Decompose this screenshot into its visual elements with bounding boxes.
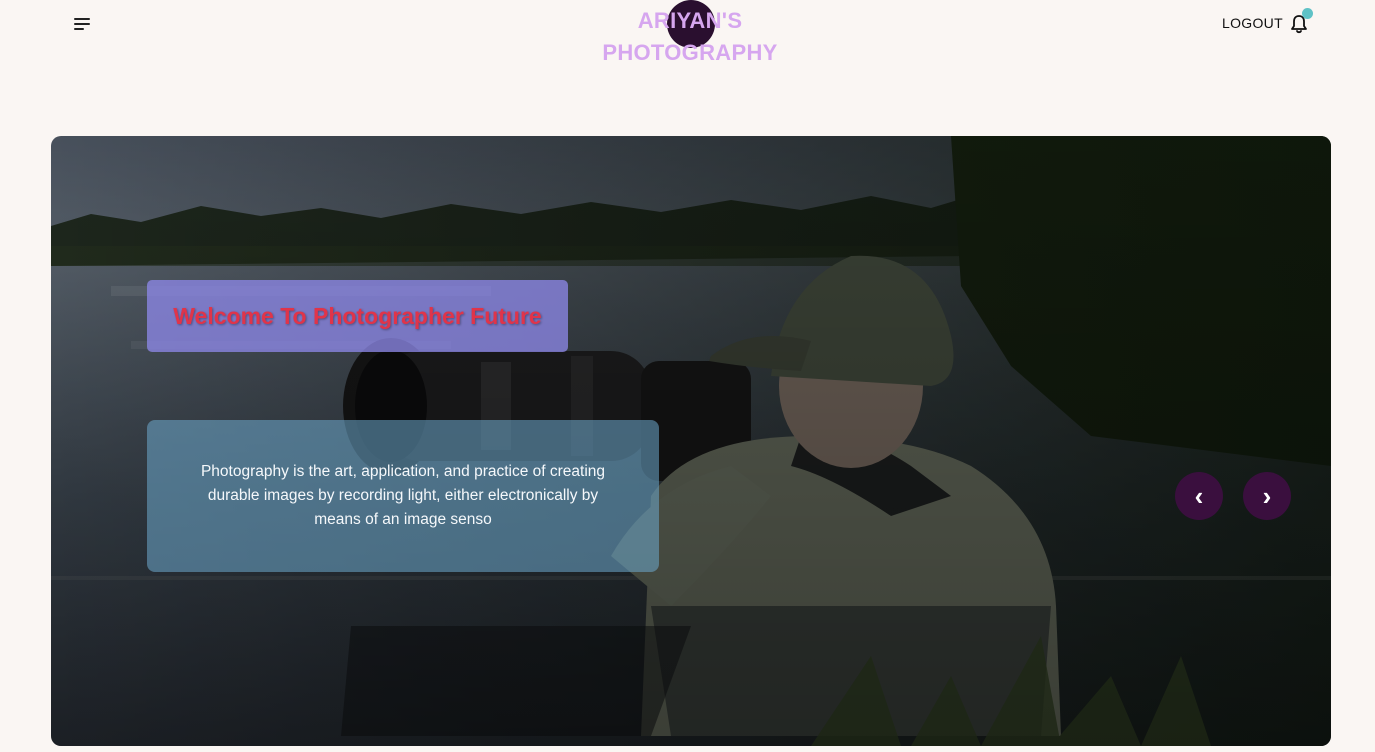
hero-carousel: Welcome To Photographer Future Photograp… [51,136,1331,746]
chevron-right-icon: › [1262,480,1272,511]
brand-logo[interactable]: ARIYAN'S PHOTOGRAPHY [590,0,790,70]
brand-line-1: ARIYAN'S [637,8,743,33]
menu-icon-bar [74,28,84,30]
logout-button[interactable]: LOGOUT [1222,15,1283,31]
hero-title: Welcome To Photographer Future [173,302,542,329]
carousel-prev-button[interactable]: ‹ [1175,472,1223,520]
menu-icon-bar [74,23,90,25]
hero-description-box: Photography is the art, application, and… [147,420,659,572]
chevron-left-icon: ‹ [1194,480,1204,511]
hero-description: Photography is the art, application, and… [200,463,606,528]
brand-line-2: PHOTOGRAPHY [602,40,778,65]
hero-title-box: Welcome To Photographer Future [147,280,568,352]
notification-dot [1302,8,1313,19]
menu-icon-bar [74,18,90,20]
brand-title: ARIYAN'S PHOTOGRAPHY [590,5,790,69]
menu-icon[interactable] [74,16,92,32]
carousel-next-button[interactable]: › [1243,472,1291,520]
